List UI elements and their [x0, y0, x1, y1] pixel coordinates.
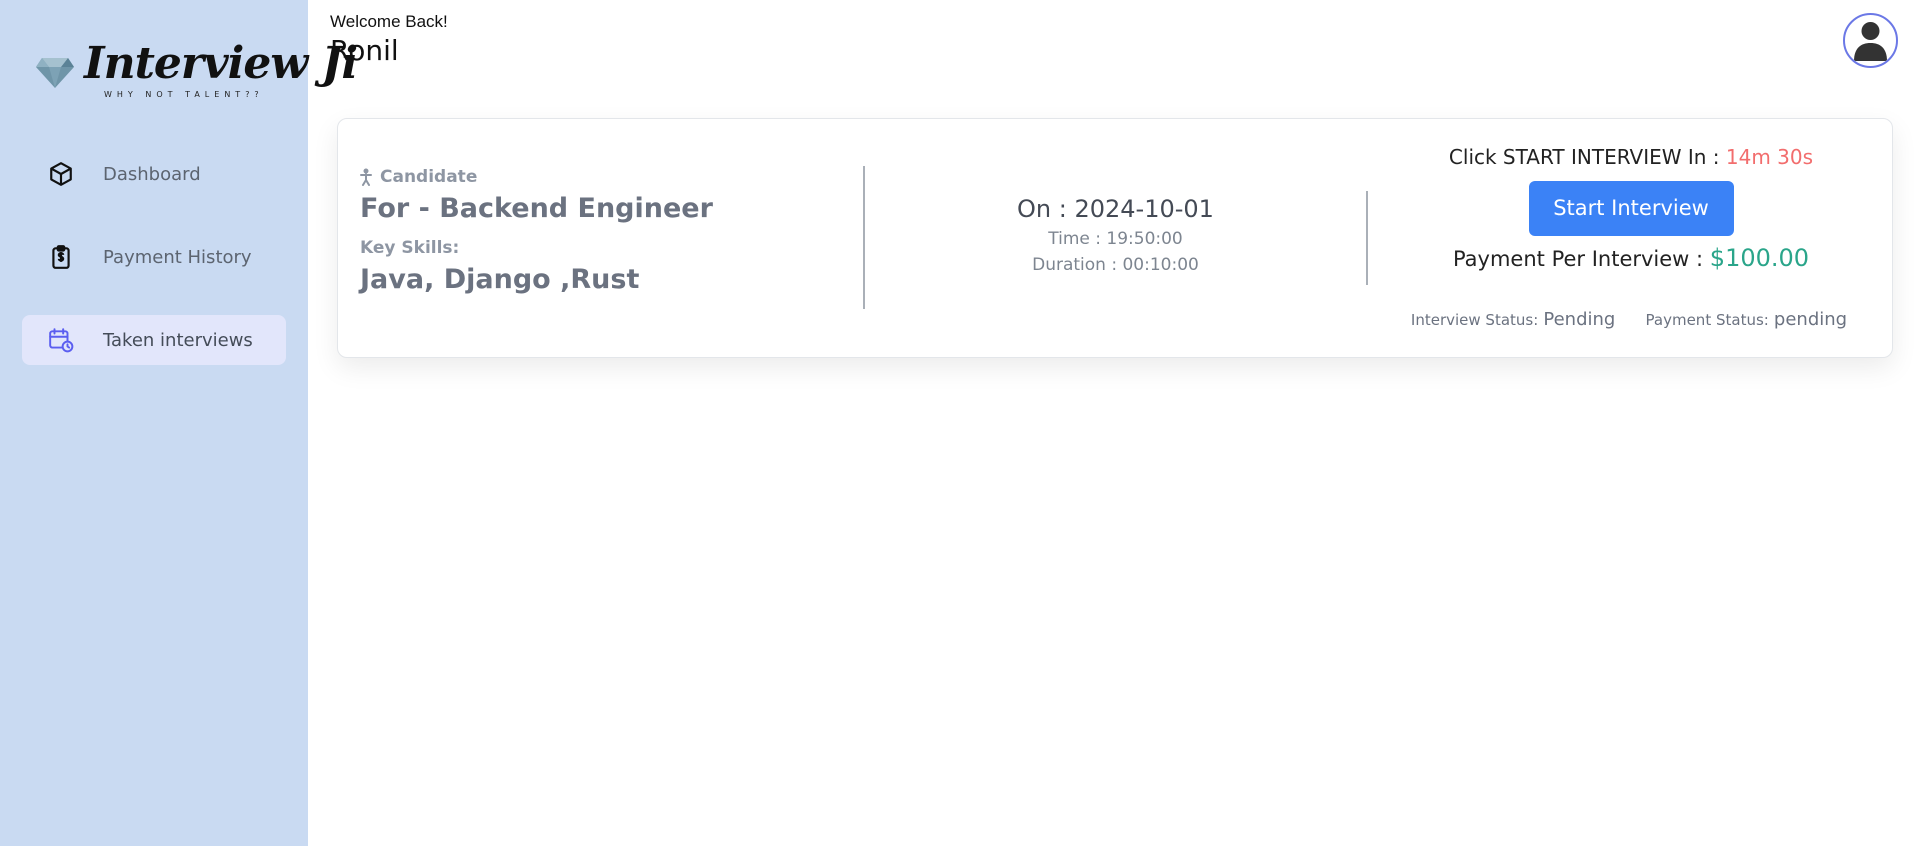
status-row: Interview Status: Pending Payment Status…	[1366, 309, 1892, 330]
candidate-info: Candidate For - Backend Engineer Key Ski…	[360, 167, 713, 295]
user-avatar-icon[interactable]	[1843, 13, 1898, 68]
candidate-row: Candidate	[360, 167, 713, 187]
sidebar-item-payment-history[interactable]: Payment History	[22, 232, 286, 282]
username: Ronil	[330, 34, 399, 67]
clipboard-dollar-icon	[48, 244, 74, 270]
cube-icon	[48, 161, 74, 187]
welcome-text: Welcome Back!	[330, 12, 448, 31]
interview-card: Candidate For - Backend Engineer Key Ski…	[337, 118, 1893, 358]
countdown-timer: 14m 30s	[1725, 145, 1814, 169]
interview-status: Pending	[1543, 309, 1616, 330]
start-interview-button[interactable]: Start Interview	[1528, 181, 1734, 236]
sidebar-item-label: Payment History	[103, 246, 252, 268]
job-role: For - Backend Engineer	[360, 193, 713, 224]
payment-amount: $100.00	[1709, 244, 1810, 272]
candidate-label: Candidate	[380, 167, 478, 187]
sidebar-item-label: Dashboard	[103, 163, 201, 185]
brand-tagline: WHY NOT TALENT??	[104, 90, 264, 99]
payment-status: pending	[1773, 309, 1848, 330]
sidebar: Interview Ji WHY NOT TALENT?? Dashboard	[0, 0, 358, 846]
diamond-icon	[36, 58, 74, 88]
person-icon	[360, 168, 372, 186]
key-skills: Java, Django ,Rust	[360, 264, 640, 295]
start-prompt: Click START INTERVIEW In :	[1448, 145, 1726, 169]
brand-logo[interactable]: Interview Ji WHY NOT TALENT??	[36, 36, 358, 106]
sidebar-item-label: Taken interviews	[103, 329, 253, 351]
sidebar-item-taken-interviews[interactable]: Taken interviews	[22, 315, 286, 365]
key-skills-label: Key Skills:	[360, 238, 460, 258]
interview-duration: Duration : 00:10:00	[1032, 255, 1199, 275]
payment-status-label: Payment Status:	[1645, 311, 1769, 329]
schedule-info: On : 2024-10-01 Time : 19:50:00 Duration…	[865, 195, 1366, 275]
brand-name: Interview Ji	[84, 38, 358, 89]
payment-label: Payment Per Interview :	[1452, 247, 1710, 271]
payment-per-interview: Payment Per Interview : $100.00	[1368, 244, 1894, 272]
interview-time: Time : 19:50:00	[1048, 229, 1183, 249]
sidebar-item-dashboard[interactable]: Dashboard	[22, 149, 286, 199]
sidebar-nav: Dashboard Payment History Taken intervie…	[22, 149, 286, 398]
calendar-clock-icon	[48, 327, 74, 353]
interview-status-label: Interview Status:	[1410, 311, 1539, 329]
start-countdown: Click START INTERVIEW In : 14m 30s	[1368, 145, 1894, 169]
action-panel: Click START INTERVIEW In : 14m 30s Start…	[1368, 145, 1894, 272]
interview-date: On : 2024-10-01	[1017, 195, 1214, 223]
